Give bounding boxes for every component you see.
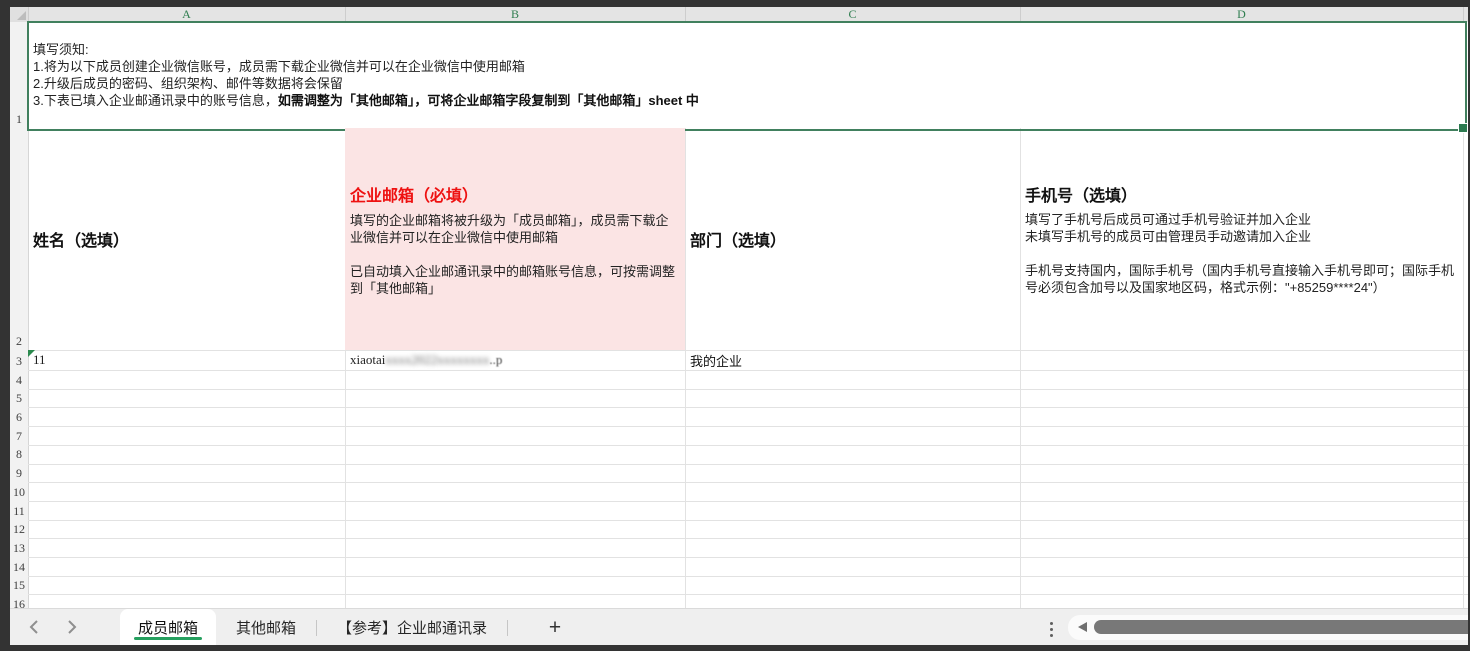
dept-column-title: 部门（选填） bbox=[690, 227, 786, 251]
horizontal-scrollbar[interactable] bbox=[1068, 615, 1468, 640]
phone-column-desc-3: 手机号支持国内，国际手机号（国内手机号直接输入手机号即可；国际手机号必须包含加号… bbox=[1025, 262, 1455, 296]
scroll-left-icon[interactable] bbox=[1078, 622, 1087, 632]
cell-dept-value[interactable]: 我的企业 bbox=[685, 350, 1020, 370]
row-header-2[interactable]: 2 bbox=[10, 128, 28, 349]
gridline bbox=[1463, 128, 1464, 608]
row-header-11[interactable]: 11 bbox=[10, 501, 28, 519]
cell-dept-header[interactable]: 部门（选填） bbox=[685, 128, 1020, 350]
gridline bbox=[28, 426, 1468, 427]
gridline bbox=[28, 482, 1468, 483]
column-header-C[interactable]: C bbox=[685, 7, 1020, 22]
row-header-13[interactable]: 13 bbox=[10, 538, 28, 556]
tab-【参考】企业邮通讯录[interactable]: 【参考】企业邮通讯录 bbox=[317, 609, 507, 645]
email-column-desc-2: 已自动填入企业邮通讯录中的邮箱账号信息，可按需调整到「其他邮箱」 bbox=[350, 263, 679, 297]
prev-sheet-icon[interactable] bbox=[28, 619, 40, 635]
notice-title: 填写须知: bbox=[33, 41, 1468, 58]
column-header-A[interactable]: A bbox=[28, 7, 345, 22]
row-header-7[interactable]: 7 bbox=[10, 426, 28, 444]
cell-email-header[interactable]: 企业邮箱（必填） 填写的企业邮箱将被升级为「成员邮箱」，成员需下载企业微信并可以… bbox=[345, 128, 685, 350]
window-frame: ABCD 12345678910111213141516 填写须知: 1.将为以… bbox=[0, 0, 1470, 651]
gridline bbox=[28, 538, 1468, 539]
cell-email-value[interactable]: xiaotaixxxx2022xxxxxxxx..p bbox=[345, 350, 685, 370]
cell-name-value[interactable]: 11 bbox=[28, 350, 345, 370]
tab-separator bbox=[507, 620, 508, 636]
notice-line-3: 3.下表已填入企业邮通讯录中的账号信息，如需调整为「其他邮箱」，可将企业邮箱字段… bbox=[33, 92, 1468, 109]
cell-name-header[interactable]: 姓名（选填） bbox=[28, 128, 345, 350]
row-header-4[interactable]: 4 bbox=[10, 370, 28, 388]
tab-scroll-handle-icon[interactable] bbox=[1050, 622, 1053, 637]
dept-value: 我的企业 bbox=[690, 351, 742, 370]
gridline bbox=[28, 407, 1468, 408]
notice-line-3-bold: 如需调整为「其他邮箱」，可将企业邮箱字段复制到「其他邮箱」sheet 中 bbox=[278, 93, 699, 108]
gridline bbox=[28, 520, 1468, 521]
row-header-12[interactable]: 12 bbox=[10, 520, 28, 538]
select-all-corner[interactable] bbox=[10, 7, 29, 22]
select-all-triangle-icon bbox=[17, 11, 26, 20]
row-header-14[interactable]: 14 bbox=[10, 557, 28, 575]
row-header-8[interactable]: 8 bbox=[10, 445, 28, 463]
cell-phone-header[interactable]: 手机号（选填） 填写了手机号后成员可通过手机号验证并加入企业 未填写手机号的成员… bbox=[1020, 128, 1463, 350]
row-header-3[interactable]: 3 bbox=[10, 350, 28, 369]
column-header-separator bbox=[685, 7, 686, 22]
column-header-separator bbox=[28, 7, 29, 22]
cell-a1-notice[interactable]: 填写须知: 1.将为以下成员创建企业微信账号，成员需下载企业微信并可以在企业微信… bbox=[28, 22, 1468, 128]
notice-line-2: 2.升级后成员的密码、组织架构、邮件等数据将会保留 bbox=[33, 75, 1468, 92]
notice-line-1: 1.将为以下成员创建企业微信账号，成员需下载企业微信并可以在企业微信中使用邮箱 bbox=[33, 58, 1468, 75]
column-header-separator bbox=[1463, 7, 1464, 22]
row-header-15[interactable]: 15 bbox=[10, 576, 28, 594]
column-header-row: ABCD bbox=[10, 7, 1468, 22]
horizontal-scrollbar-thumb[interactable] bbox=[1094, 620, 1468, 634]
tab-label: 成员邮箱 bbox=[138, 617, 198, 638]
gridline bbox=[28, 464, 1468, 465]
email-value-redacted: xxxx2022xxxxxxxx bbox=[385, 352, 489, 368]
row-header-10[interactable]: 10 bbox=[10, 482, 28, 500]
column-header-B[interactable]: B bbox=[345, 7, 685, 22]
sheet-tabs: 成员邮箱 其他邮箱 【参考】企业邮通讯录 + bbox=[120, 609, 578, 645]
gridline bbox=[28, 445, 1468, 446]
column-header-separator bbox=[345, 7, 346, 22]
tab-其他邮箱[interactable]: 其他邮箱 bbox=[216, 609, 316, 645]
tab-成员邮箱[interactable]: 成员邮箱 bbox=[120, 609, 216, 645]
tab-label: 【参考】企业邮通讯录 bbox=[337, 617, 487, 638]
phone-column-desc-1: 填写了手机号后成员可通过手机号验证并加入企业 bbox=[1025, 211, 1455, 228]
gridline bbox=[28, 557, 1468, 558]
column-header-D[interactable]: D bbox=[1020, 7, 1463, 22]
column-header-separator bbox=[1020, 7, 1021, 22]
gridline bbox=[28, 370, 1468, 371]
add-sheet-button[interactable]: + bbox=[532, 609, 578, 645]
email-value-end: ..p bbox=[489, 352, 502, 368]
next-sheet-icon[interactable] bbox=[66, 619, 78, 635]
email-column-desc-1: 填写的企业邮箱将被升级为「成员邮箱」，成员需下载企业微信并可以在企业微信中使用邮… bbox=[350, 212, 679, 246]
tab-label: 其他邮箱 bbox=[236, 617, 296, 638]
phone-column-title: 手机号（选填） bbox=[1025, 182, 1455, 206]
email-column-title: 企业邮箱（必填） bbox=[350, 182, 679, 206]
row-header-1[interactable]: 1 bbox=[10, 22, 28, 127]
spreadsheet-area: ABCD 12345678910111213141516 填写须知: 1.将为以… bbox=[10, 7, 1468, 645]
gridline bbox=[28, 576, 1468, 577]
row-header-9[interactable]: 9 bbox=[10, 464, 28, 482]
active-tab-underline bbox=[134, 637, 202, 640]
phone-column-desc-2: 未填写手机号的成员可由管理员手动邀请加入企业 bbox=[1025, 228, 1455, 245]
gridline bbox=[28, 389, 1468, 390]
row-header-5[interactable]: 5 bbox=[10, 389, 28, 407]
name-value: 11 bbox=[33, 352, 46, 368]
email-value-start: xiaotai bbox=[350, 352, 385, 368]
name-column-title: 姓名（选填） bbox=[33, 227, 129, 251]
gridline bbox=[28, 594, 1468, 595]
row-header-6[interactable]: 6 bbox=[10, 407, 28, 425]
gridline bbox=[28, 501, 1468, 502]
sheet-tab-bar: 成员邮箱 其他邮箱 【参考】企业邮通讯录 + bbox=[10, 608, 1468, 645]
